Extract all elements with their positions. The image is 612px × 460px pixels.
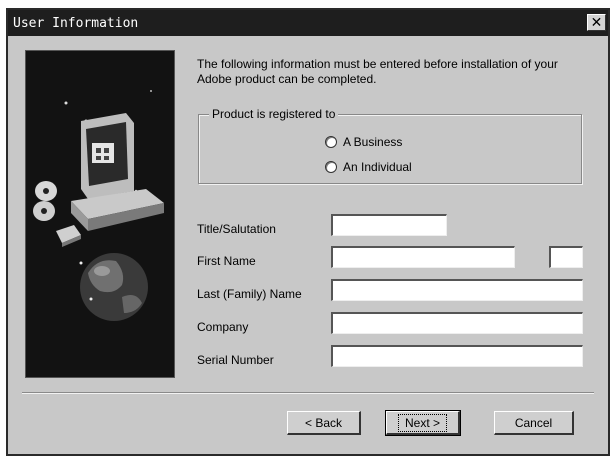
title-field[interactable] [331,214,447,236]
radio-individual-label: An Individual [343,160,412,174]
middle-initial-field[interactable] [549,246,583,268]
next-button[interactable]: Next > [385,410,461,436]
cancel-button[interactable]: Cancel [494,411,574,435]
radio-business[interactable]: A Business [325,135,402,149]
radio-button[interactable] [325,136,337,148]
registration-groupbox: Product is registered to A Business An I… [198,107,582,184]
back-button[interactable]: < Back [287,411,361,435]
side-illustration [25,50,175,378]
serial-number-label: Serial Number [197,353,274,367]
title-label: Title/Salutation [197,222,276,236]
last-name-field[interactable] [331,279,583,301]
close-icon: ✕ [590,14,603,31]
serial-number-field[interactable] [331,345,583,367]
title-bar[interactable]: User Information [8,10,608,36]
next-button-label: Next > [397,413,447,432]
first-name-field[interactable] [331,246,515,268]
radio-button[interactable] [325,161,337,173]
last-name-label: Last (Family) Name [197,287,302,301]
back-button-label: < Back [304,415,343,430]
company-field[interactable] [331,312,583,334]
intro-text: The following information must be entere… [197,57,558,86]
first-name-label: First Name [197,254,256,268]
globe-icon [79,253,148,321]
registration-legend: Product is registered to [209,107,339,121]
separator-line [22,392,594,394]
company-label: Company [197,320,249,334]
window-title: User Information [13,15,139,31]
cancel-button-label: Cancel [514,415,553,430]
close-button[interactable]: ✕ [587,14,606,31]
radio-business-label: A Business [343,135,403,149]
radio-individual[interactable]: An Individual [325,160,412,174]
computer-illustration-icon [26,51,174,377]
